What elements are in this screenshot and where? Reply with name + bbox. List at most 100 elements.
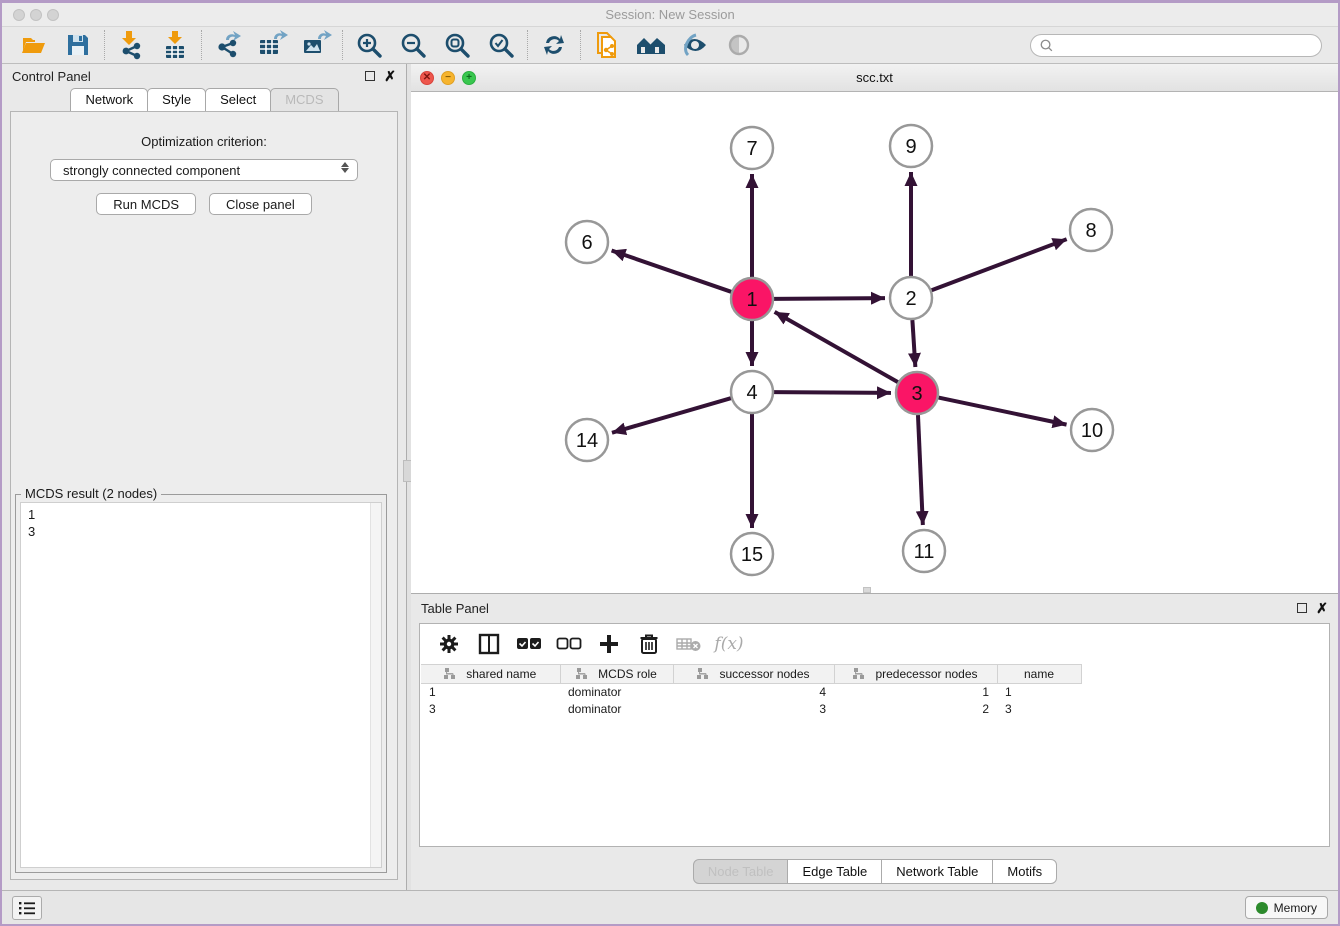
first-neighbors-icon[interactable]: [629, 29, 673, 61]
zoom-selected-icon[interactable]: [479, 29, 523, 61]
graph-node-11[interactable]: 11: [903, 530, 945, 572]
table-cell[interactable]: 3: [997, 701, 1081, 718]
column-header-predecessor-nodes[interactable]: predecessor nodes: [834, 665, 997, 684]
main-toolbar: [2, 27, 1338, 64]
delete-selected-icon[interactable]: [636, 631, 662, 657]
graph-edge-3-1[interactable]: [775, 312, 898, 382]
save-session-icon[interactable]: [56, 29, 100, 61]
table-cell[interactable]: dominator: [560, 701, 673, 718]
graph-node-10[interactable]: 10: [1071, 409, 1113, 451]
table-cell[interactable]: dominator: [560, 684, 673, 701]
graph-node-8[interactable]: 8: [1070, 209, 1112, 251]
float-panel-icon[interactable]: [365, 71, 375, 81]
table-close-icon[interactable]: ✗: [1316, 603, 1328, 613]
graph-edge-3-10[interactable]: [939, 398, 1067, 425]
network-window-title: scc.txt: [411, 70, 1338, 85]
hide-selected-icon[interactable]: [673, 29, 717, 61]
control-panel-tabs: NetworkStyleSelectMCDS: [2, 88, 406, 111]
tab-style[interactable]: Style: [147, 88, 206, 111]
tab-mcds[interactable]: MCDS: [270, 88, 338, 111]
graph-edge-1-6[interactable]: [612, 250, 732, 291]
column-header-successor-nodes[interactable]: successor nodes: [673, 665, 834, 684]
graph-edge-2-3[interactable]: [912, 320, 915, 367]
zoom-in-icon[interactable]: [347, 29, 391, 61]
svg-text:6: 6: [581, 232, 592, 254]
result-scrollbar[interactable]: [370, 503, 381, 867]
close-panel-button[interactable]: Close panel: [209, 193, 312, 215]
graph-node-2[interactable]: 2: [890, 277, 932, 319]
column-header-name[interactable]: name: [997, 665, 1081, 684]
table-row[interactable]: 1dominator411: [421, 684, 1081, 701]
graph-node-14[interactable]: 14: [566, 419, 608, 461]
network-window: ✕ − + scc.txt 7 9 6 8 1 2 4 3 14 10 15 11: [411, 64, 1338, 594]
node-table[interactable]: shared nameMCDS rolesuccessor nodesprede…: [421, 664, 1082, 718]
table-row[interactable]: 3dominator323: [421, 701, 1081, 718]
network-canvas[interactable]: 7 9 6 8 1 2 4 3 14 10 15 11: [411, 92, 1338, 593]
show-all-icon[interactable]: [717, 29, 761, 61]
tab-network[interactable]: Network: [70, 88, 148, 111]
graph-edge-4-3[interactable]: [774, 392, 891, 393]
svg-text:3: 3: [911, 383, 922, 405]
zoom-fit-icon[interactable]: [435, 29, 479, 61]
import-network-icon[interactable]: [109, 29, 153, 61]
run-mcds-button[interactable]: Run MCDS: [96, 193, 196, 215]
mcds-result-title: MCDS result (2 nodes): [21, 486, 161, 501]
table-cell[interactable]: 1: [834, 684, 997, 701]
select-all-icon[interactable]: [516, 631, 542, 657]
export-table-icon[interactable]: [250, 29, 294, 61]
table-cell[interactable]: 2: [834, 701, 997, 718]
svg-text:14: 14: [576, 430, 598, 452]
graph-edge-3-11[interactable]: [918, 415, 923, 525]
graph-node-1[interactable]: 1: [731, 278, 773, 320]
clone-network-icon[interactable]: [585, 29, 629, 61]
table-cell[interactable]: 1: [997, 684, 1081, 701]
split-view-icon[interactable]: [476, 631, 502, 657]
canvas-grip[interactable]: [863, 587, 871, 593]
svg-text:1: 1: [746, 289, 757, 311]
graph-edge-4-14[interactable]: [612, 398, 731, 433]
column-header-shared-name[interactable]: shared name: [421, 665, 560, 684]
memory-label: Memory: [1274, 901, 1317, 915]
titlebar: Session: New Session: [2, 3, 1338, 27]
search-input[interactable]: [1054, 38, 1313, 52]
svg-text:7: 7: [746, 138, 757, 160]
svg-text:11: 11: [914, 541, 935, 563]
deselect-all-icon[interactable]: [556, 631, 582, 657]
graph-node-9[interactable]: 9: [890, 125, 932, 167]
table-cell[interactable]: 1: [421, 684, 560, 701]
tab-edge-table[interactable]: Edge Table: [787, 859, 882, 884]
table-toolbar: f(x): [420, 624, 1329, 664]
task-history-button[interactable]: [12, 896, 42, 920]
graph-edge-2-8[interactable]: [932, 239, 1067, 290]
table-cell[interactable]: 3: [673, 701, 834, 718]
close-panel-icon[interactable]: ✗: [384, 71, 396, 81]
mcds-result-text[interactable]: 1 3: [20, 502, 382, 868]
import-table-icon[interactable]: [153, 29, 197, 61]
graph-node-7[interactable]: 7: [731, 127, 773, 169]
network-window-titlebar[interactable]: ✕ − + scc.txt: [411, 64, 1338, 92]
criterion-select[interactable]: strongly connected component: [50, 159, 358, 181]
graph-node-15[interactable]: 15: [731, 533, 773, 575]
search-box[interactable]: [1030, 34, 1322, 57]
open-session-icon[interactable]: [12, 29, 56, 61]
apply-layout-icon[interactable]: [532, 29, 576, 61]
tab-motifs[interactable]: Motifs: [992, 859, 1057, 884]
graph-node-4[interactable]: 4: [731, 371, 773, 413]
svg-text:8: 8: [1085, 220, 1096, 242]
table-float-icon[interactable]: [1297, 603, 1307, 613]
memory-button[interactable]: Memory: [1245, 896, 1328, 919]
settings-gear-icon[interactable]: [436, 631, 462, 657]
add-column-icon[interactable]: [596, 631, 622, 657]
column-header-MCDS-role[interactable]: MCDS role: [560, 665, 673, 684]
zoom-out-icon[interactable]: [391, 29, 435, 61]
table-cell[interactable]: 3: [421, 701, 560, 718]
graph-node-3[interactable]: 3: [896, 372, 938, 414]
table-cell[interactable]: 4: [673, 684, 834, 701]
tab-network-table[interactable]: Network Table: [881, 859, 993, 884]
graph-edge-1-2[interactable]: [774, 298, 885, 299]
export-image-icon[interactable]: [294, 29, 338, 61]
tab-node-table[interactable]: Node Table: [693, 859, 789, 884]
graph-node-6[interactable]: 6: [566, 221, 608, 263]
export-network-icon[interactable]: [206, 29, 250, 61]
tab-select[interactable]: Select: [205, 88, 271, 111]
